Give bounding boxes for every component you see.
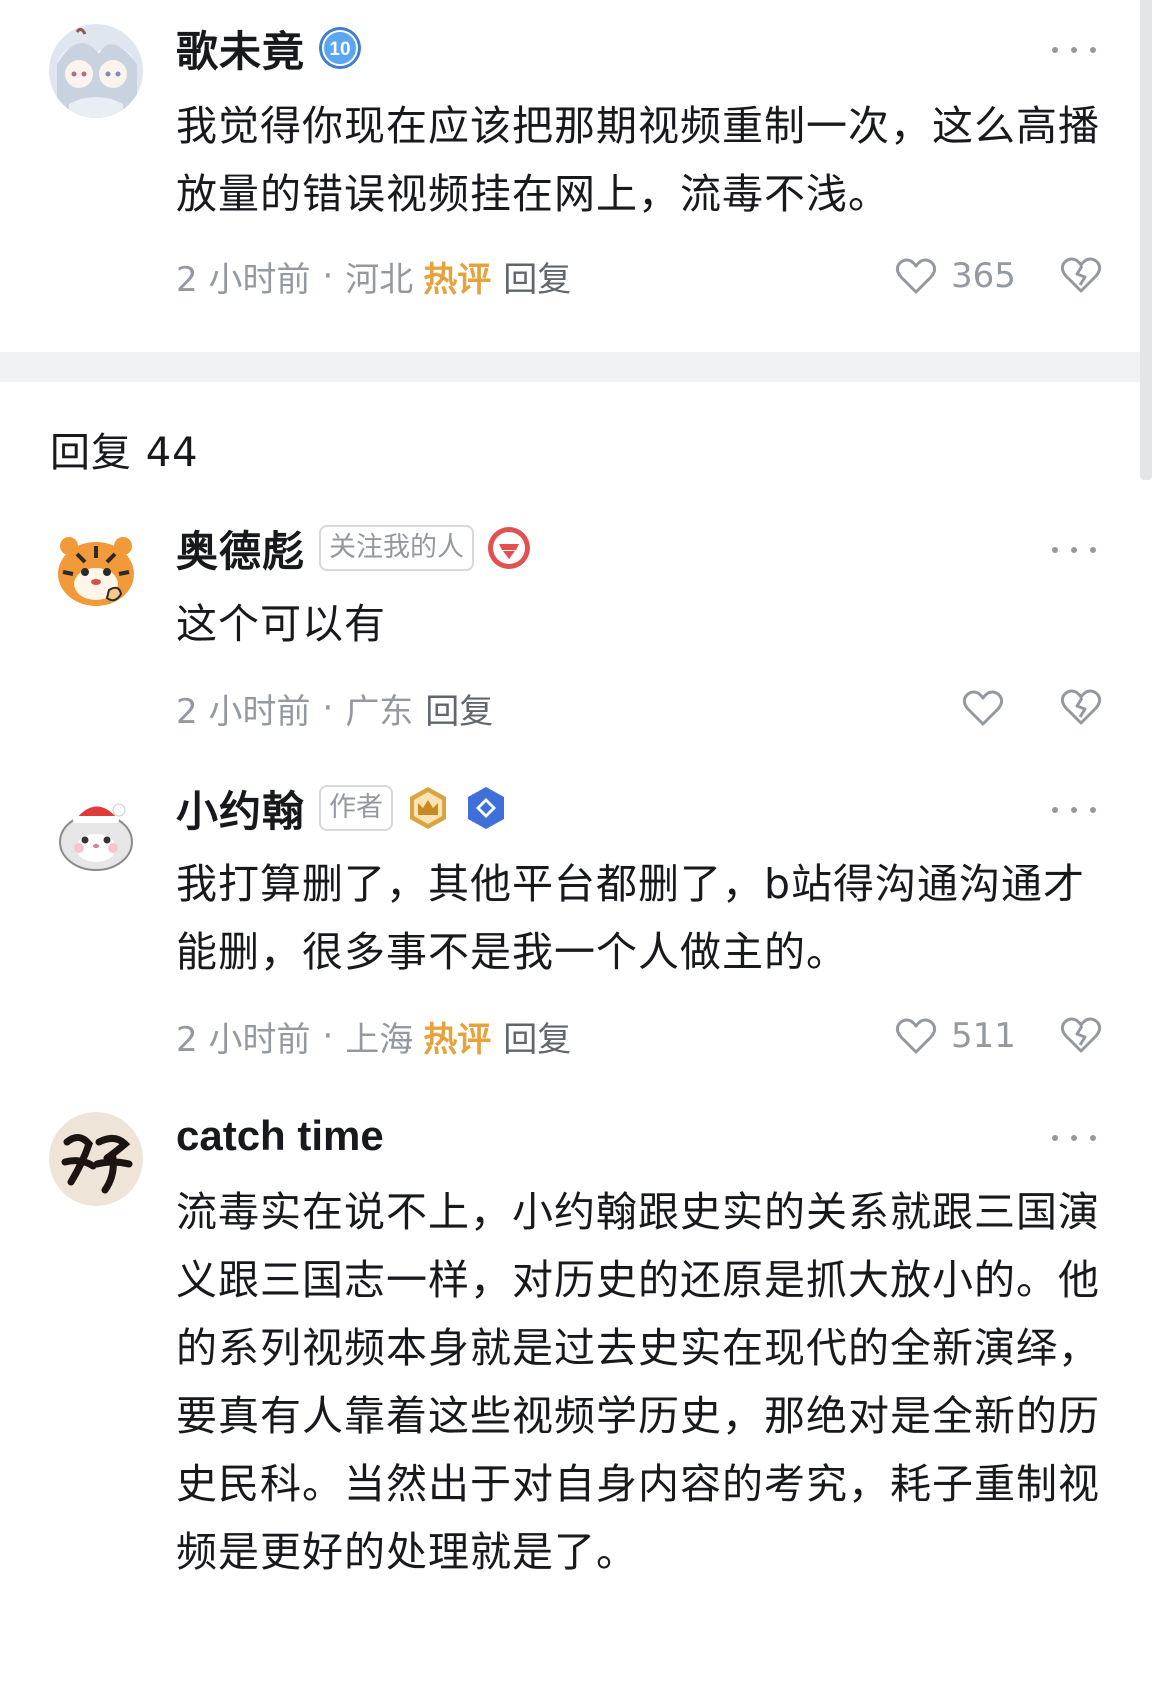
meta-separator: · [322,688,334,728]
username-row: 歌未竟 10 [176,20,363,76]
dislike-button[interactable] [1058,252,1104,298]
comment-meta: 2 小时前 · 河北 热评 回复 [176,252,571,300]
dislike-button[interactable] [1058,1012,1104,1058]
avatar[interactable] [49,524,143,618]
reply-button[interactable]: 回复 [503,1012,571,1061]
username-row: catch time [176,1108,384,1164]
like-icon [960,685,1006,731]
comment-location: 河北 [345,259,414,300]
more-icon[interactable] [1052,538,1096,562]
user-tag: 作者 [319,785,394,831]
hot-label: 热评 [423,259,492,300]
meta-separator: · [322,256,334,296]
like-button[interactable] [960,684,1006,732]
level-badge-icon: 10 [317,25,363,71]
like-button[interactable]: 511 [893,1012,1016,1060]
comment-text: 流毒实在说不上，小约翰跟史实的关系就跟三国演义跟三国志一样，对历史的还原是抓大放… [176,1188,1100,1576]
dislike-button[interactable] [1058,684,1104,730]
comment-location: 上海 [345,1019,414,1060]
avatar[interactable] [49,1112,143,1206]
dislike-icon [1058,252,1104,298]
username[interactable]: 歌未竟 [176,18,305,79]
like-button[interactable]: 365 [893,252,1016,300]
comment-time: 2 小时前 [176,259,311,300]
section-divider [0,352,1140,382]
level-badge-text: 10 [329,39,350,60]
comment-text: 我打算删了，其他平台都删了，b站得沟通沟通才能删，很多事不是我一个人做主的。 [176,860,1086,976]
like-icon [893,253,939,299]
username-row: 小约翰 作者 [176,780,509,836]
verified-badge-icon [463,785,509,831]
comment-time: 2 小时前 [176,1019,311,1060]
reply-button[interactable]: 回复 [503,252,571,301]
more-icon[interactable] [1052,38,1096,62]
user-tag: 关注我的人 [319,525,475,571]
comment-meta: 2 小时前 · 广东 回复 [176,684,493,732]
dislike-icon [1058,684,1104,730]
comment-text: 我觉得你现在应该把那期视频重制一次，这么高播放量的错误视频挂在网上，流毒不浅。 [176,102,1100,218]
fan-badge-icon [486,525,532,571]
scrollbar[interactable] [1140,0,1152,480]
like-count: 365 [951,256,1016,296]
comment-time: 2 小时前 [176,691,311,732]
hot-label: 热评 [423,1019,492,1060]
username[interactable]: 小约翰 [176,778,305,839]
meta-separator: · [322,1016,334,1056]
username-row: 奥德彪 关注我的人 [176,520,532,576]
username[interactable]: catch time [176,1112,384,1160]
comment-text: 这个可以有 [176,600,386,648]
avatar[interactable] [49,24,143,118]
crown-badge-icon [405,785,451,831]
reply-button[interactable]: 回复 [425,684,493,733]
like-icon [893,1013,939,1059]
more-icon[interactable] [1052,798,1096,822]
comment-meta: 2 小时前 · 上海 热评 回复 [176,1012,571,1060]
replies-count-header: 回复 44 [50,430,199,476]
comment-location: 广东 [345,691,414,732]
more-icon[interactable] [1052,1126,1096,1150]
like-count: 511 [951,1016,1016,1056]
dislike-icon [1058,1012,1104,1058]
avatar[interactable] [49,784,143,878]
username[interactable]: 奥德彪 [176,518,305,579]
